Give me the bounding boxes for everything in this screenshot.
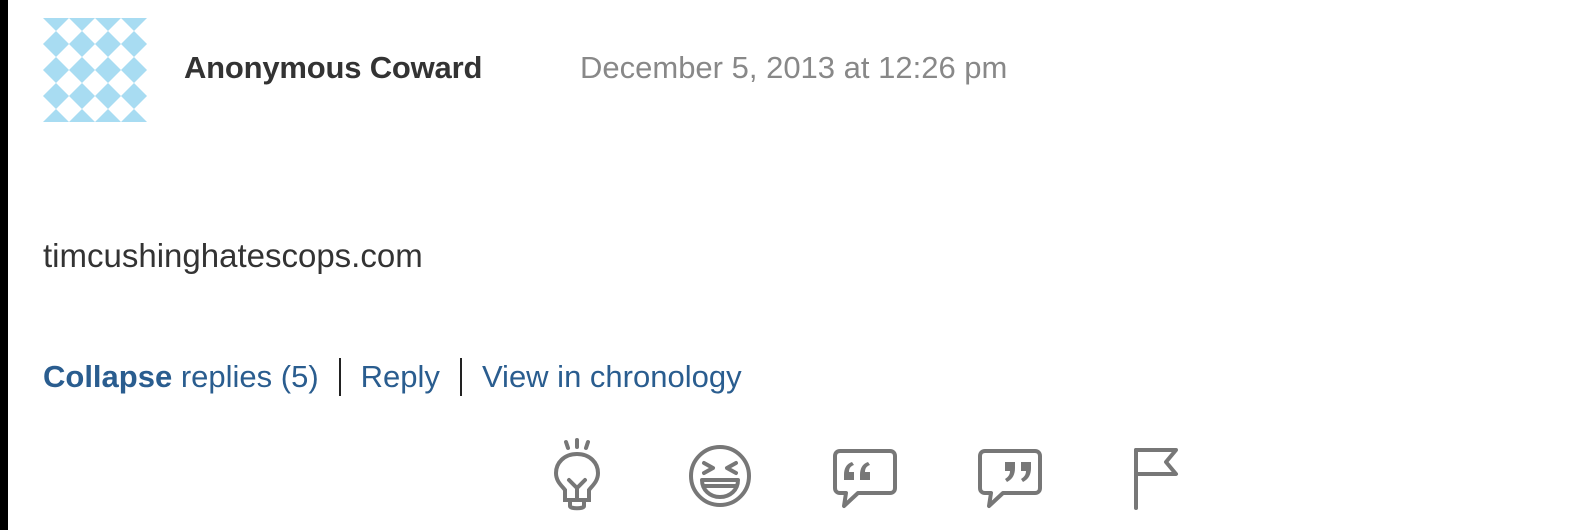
link-separator	[459, 358, 462, 396]
link-separator	[338, 358, 341, 396]
collapse-label: Collapse	[43, 359, 173, 394]
comment-author: Anonymous Coward	[184, 50, 483, 85]
quote-open-icon[interactable]	[832, 438, 898, 512]
comment-links: Collapse replies (5) Reply View in chron…	[43, 357, 742, 397]
comment-body: timcushinghatescops.com	[43, 237, 423, 274]
comment-timestamp[interactable]: December 5, 2013 at 12:26 pm	[580, 50, 1007, 86]
reply-link[interactable]: Reply	[361, 359, 440, 395]
replies-count-label: replies (5)	[180, 359, 319, 394]
avatar	[43, 18, 147, 122]
collapse-replies-link[interactable]: Collapse replies (5)	[43, 359, 319, 395]
flag-icon[interactable]	[1130, 438, 1182, 512]
view-in-chronology-link[interactable]: View in chronology	[482, 359, 742, 395]
lightbulb-icon[interactable]	[548, 438, 606, 512]
laughing-face-icon[interactable]	[688, 438, 752, 508]
quote-close-icon[interactable]	[977, 438, 1043, 512]
comment-actions	[0, 438, 1591, 518]
